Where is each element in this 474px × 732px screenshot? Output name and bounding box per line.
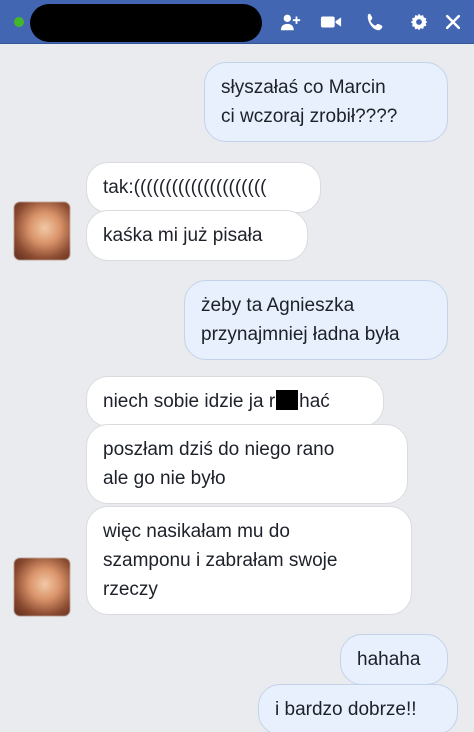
phone-icon[interactable]: [363, 10, 389, 34]
message-line: więc nasikałam mu do: [103, 521, 290, 542]
message-text-start: niech sobie idzie ja r: [103, 391, 276, 412]
redacted-word: [276, 390, 299, 410]
message-line: kaśka mi już pisała: [103, 225, 263, 246]
contact-name-redacted[interactable]: [30, 4, 262, 42]
message-list[interactable]: słyszałaś co Marcin ci wczoraj zrobił???…: [0, 44, 474, 732]
message-line: hahaha: [357, 649, 421, 670]
message-text-end: hać: [299, 391, 330, 412]
chat-header: [0, 0, 474, 44]
online-status-icon: [14, 17, 24, 27]
contact-avatar[interactable]: [14, 202, 70, 260]
message-line: poszłam dziś do niego rano: [103, 439, 335, 460]
message-bubble-outgoing: i bardzo dobrze!!: [258, 684, 458, 732]
message-bubble-incoming: więc nasikałam mu do szamponu i zabrałam…: [86, 506, 412, 615]
message-line: rzeczy: [103, 579, 158, 600]
message-bubble-outgoing: żeby ta Agnieszka przynajmniej ładna był…: [184, 280, 448, 360]
add-person-icon[interactable]: [278, 10, 304, 34]
message-line: ci wczoraj zrobił????: [221, 106, 398, 127]
contact-avatar[interactable]: [14, 558, 70, 616]
message-line: słyszałaś co Marcin: [221, 77, 386, 98]
video-call-icon[interactable]: [318, 10, 344, 34]
message-bubble-incoming: tak:(((((((((((((((((((((: [86, 162, 321, 213]
message-bubble-incoming: kaśka mi już pisała: [86, 210, 308, 261]
close-icon[interactable]: [440, 10, 466, 34]
message-line: i bardzo dobrze!!: [275, 699, 417, 720]
message-bubble-outgoing: hahaha: [340, 634, 448, 685]
message-line: niech sobie idzie ja r hać: [103, 387, 367, 416]
message-line: przynajmniej ładna była: [201, 324, 400, 345]
gear-icon[interactable]: [406, 10, 432, 34]
message-line: ale go nie było: [103, 468, 226, 489]
message-bubble-outgoing: słyszałaś co Marcin ci wczoraj zrobił???…: [204, 62, 448, 142]
message-line: żeby ta Agnieszka: [201, 295, 355, 316]
message-line: tak:(((((((((((((((((((((: [103, 177, 267, 198]
message-bubble-incoming: poszłam dziś do niego rano ale go nie by…: [86, 424, 408, 504]
message-bubble-incoming: niech sobie idzie ja r hać: [86, 376, 384, 427]
message-line: szamponu i zabrałam swoje: [103, 550, 338, 571]
